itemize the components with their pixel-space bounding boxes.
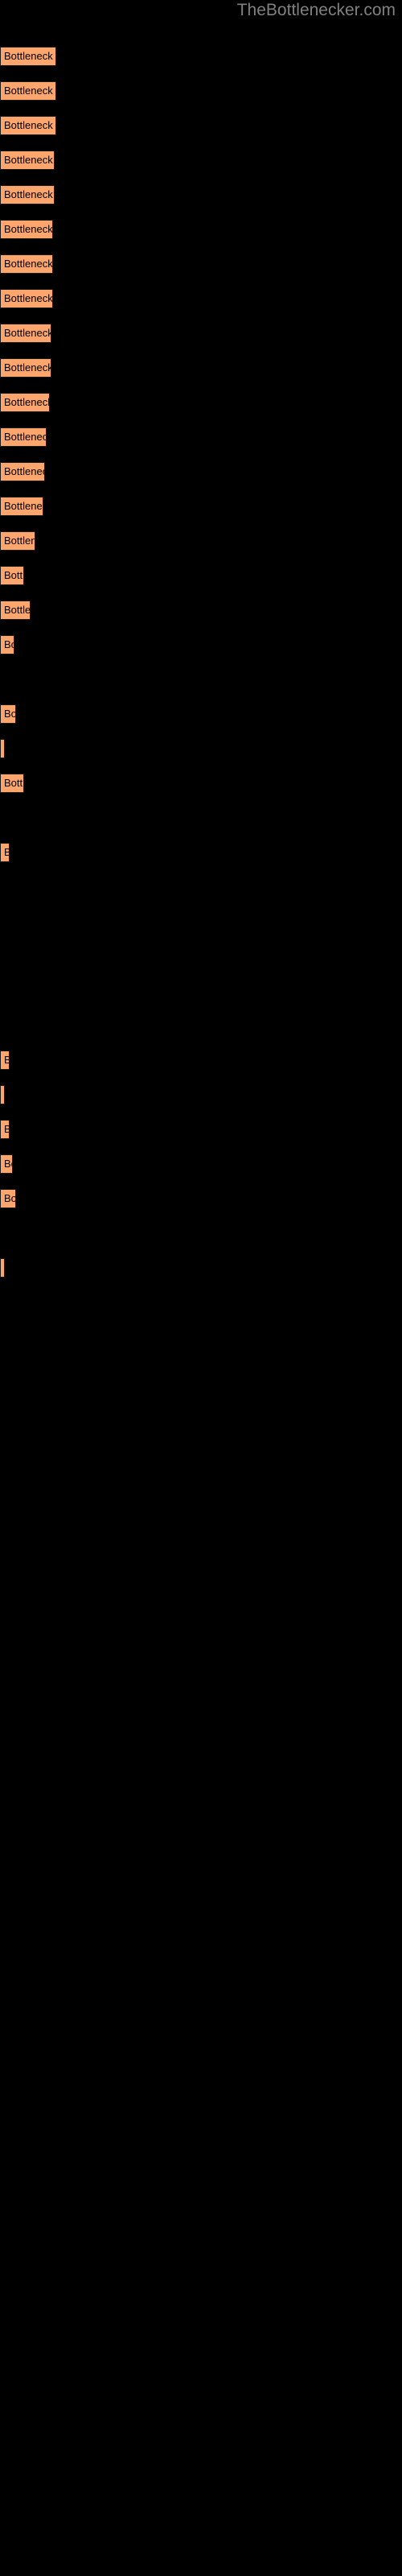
bar[interactable]: Bottleneck result — [0, 1189, 16, 1208]
bar-row — [0, 981, 402, 1016]
bar[interactable]: Bottleneck result — [0, 289, 53, 308]
bar-row — [0, 670, 402, 704]
bar[interactable]: Bottleneck result — [0, 324, 51, 343]
bar-label: Bottleneck result — [4, 50, 55, 62]
bar[interactable]: Bottleneck result — [0, 497, 43, 516]
bar[interactable]: Bottleneck result — [0, 116, 56, 135]
bar-label: Bottleneck result — [4, 569, 24, 581]
bar-row: Bottleneck result — [0, 531, 402, 566]
bar-row: Bottleneck result — [0, 254, 402, 289]
bar-label: Bottleneck result — [4, 85, 55, 97]
bar[interactable]: Bottleneck result — [0, 1154, 13, 1174]
bar-label: Bottleneck result — [4, 119, 55, 131]
bar[interactable]: Bottleneck result — [0, 1051, 10, 1070]
bar[interactable]: Bottleneck result — [0, 704, 16, 724]
bar-row: Bottleneck result — [0, 1120, 402, 1154]
bar-row: Bottleneck result — [0, 601, 402, 635]
bar-row — [0, 912, 402, 947]
bar[interactable]: Bottleneck result — [0, 1258, 5, 1278]
bar-row: Bottleneck result — [0, 185, 402, 220]
bar-row — [0, 808, 402, 843]
bar[interactable]: Bottleneck result — [0, 47, 56, 66]
bar[interactable]: Bottleneck result — [0, 601, 31, 620]
bar-row: Bottleneck result — [0, 1189, 402, 1224]
bottleneck-chart: TheBottlenecker.com Bottleneck resultBot… — [0, 0, 402, 2576]
bar-label: Bottleneck result — [4, 292, 53, 304]
bar-label: Bottleneck result — [4, 1158, 12, 1170]
bar-label: Bottleneck result — [4, 604, 31, 616]
bar-label: Bottleneck result — [4, 500, 43, 512]
bar[interactable]: Bottleneck result — [0, 531, 35, 551]
bar-row: Bottleneck result — [0, 566, 402, 601]
bar-row: Bottleneck result — [0, 1051, 402, 1085]
bar[interactable]: Bottleneck result — [0, 635, 14, 654]
site-title: TheBottlenecker.com — [236, 1, 396, 19]
bar[interactable]: Bottleneck result — [0, 393, 50, 412]
bar-label: Bottleneck result — [4, 258, 53, 270]
bar-row — [0, 1016, 402, 1051]
bar-row — [0, 1224, 402, 1258]
bar-label: Bottleneck result — [4, 708, 16, 720]
bar-series: Bottleneck result Bottleneck result Bottle… — [0, 47, 402, 1293]
bar-row: Bottleneck result — [0, 81, 402, 116]
bar[interactable]: Bottleneck result — [0, 462, 45, 481]
bar-row — [0, 947, 402, 981]
bar-label: Bottleneck result — [4, 743, 5, 754]
bar-label: Bottleneck result — [4, 1192, 16, 1204]
bar-row: Bottleneck result — [0, 774, 402, 808]
bar-row: Bottleneck result — [0, 1085, 402, 1120]
bar[interactable]: Bottleneck result — [0, 843, 10, 862]
bar-label: Bottleneck result — [4, 1055, 9, 1066]
bar-row: Bottleneck result — [0, 358, 402, 393]
bar-row: Bottleneck result — [0, 1154, 402, 1189]
bar[interactable]: Bottleneck result — [0, 358, 51, 378]
bar-label: Bottleneck result — [4, 223, 53, 235]
bar-label: Bottleneck result — [4, 154, 54, 166]
bar-label: Bottleneck result — [4, 535, 35, 547]
bar[interactable]: Bottleneck result — [0, 1120, 10, 1139]
bar[interactable]: Bottleneck result — [0, 774, 24, 793]
bar-row: Bottleneck result — [0, 47, 402, 81]
bar[interactable]: Bottleneck result — [0, 427, 47, 447]
bar[interactable]: Bottleneck result — [0, 151, 55, 170]
bar[interactable]: Bottleneck result — [0, 566, 24, 585]
bar-row: Bottleneck result — [0, 462, 402, 497]
bar-label: Bottleneck result — [4, 1262, 5, 1274]
bar-row: Bottleneck result — [0, 1258, 402, 1293]
bar-label: Bottleneck result — [4, 1124, 9, 1135]
bar-label: Bottleneck result — [4, 431, 46, 443]
bar-label: Bottleneck result — [4, 847, 9, 858]
bar-row: Bottleneck result — [0, 427, 402, 462]
bar[interactable]: Bottleneck result — [0, 254, 53, 274]
bar-label: Bottleneck result — [4, 777, 24, 789]
bar-row: Bottleneck result — [0, 704, 402, 739]
bar-row: Bottleneck result — [0, 289, 402, 324]
bar-label: Bottleneck result — [4, 188, 54, 200]
bar-row: Bottleneck result — [0, 151, 402, 185]
bar[interactable]: Bottleneck result — [0, 739, 5, 758]
bar-row: Bottleneck result — [0, 843, 402, 877]
bar[interactable]: Bottleneck result — [0, 1085, 5, 1104]
bar[interactable]: Bottleneck result — [0, 220, 53, 239]
bar[interactable]: Bottleneck result — [0, 81, 56, 101]
bar-row: Bottleneck result — [0, 116, 402, 151]
bar-row — [0, 877, 402, 912]
bar-label: Bottleneck result — [4, 361, 51, 374]
bar-label: Bottleneck result — [4, 327, 51, 339]
bar-row: Bottleneck result — [0, 635, 402, 670]
bar-row: Bottleneck result — [0, 739, 402, 774]
bar-label: Bottleneck result — [4, 465, 44, 477]
bar-row: Bottleneck result — [0, 220, 402, 254]
bar[interactable]: Bottleneck result — [0, 185, 55, 204]
bar-label: Bottleneck result — [4, 396, 50, 408]
bar-row: Bottleneck result — [0, 324, 402, 358]
bar-label: Bottleneck result — [4, 638, 14, 650]
bar-row: Bottleneck result — [0, 497, 402, 531]
bar-label: Bottleneck result — [4, 1089, 5, 1100]
bar-row: Bottleneck result — [0, 393, 402, 427]
